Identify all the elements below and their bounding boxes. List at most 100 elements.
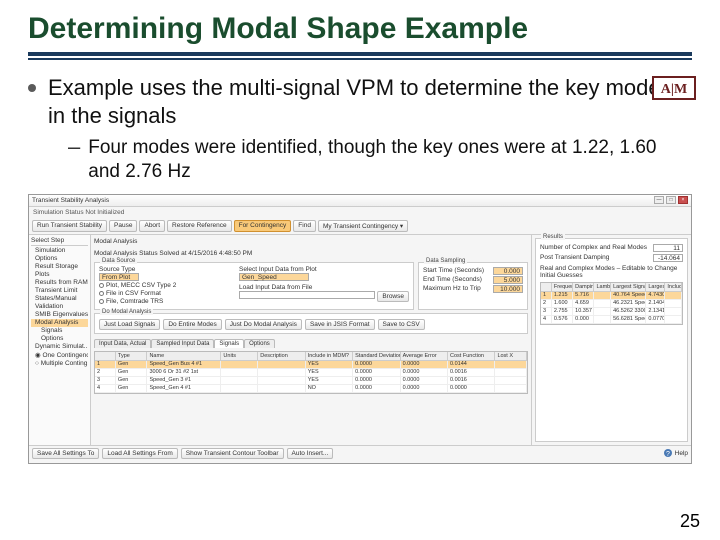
table-row[interactable]: 3 Gen Speed_Gen 3 #1 YES 0.0000 0.0000 0… <box>95 377 527 385</box>
label: End Time (Seconds) <box>423 276 489 284</box>
table-row[interactable]: 3 2.755 10.357 46.5262 33000 6 Or 31 2.1… <box>541 308 682 316</box>
bullet-icon <box>28 84 36 92</box>
save-jsis-button[interactable]: Save in JSIS Format <box>305 319 375 330</box>
table-row[interactable]: 1 1.215 5.716 40.764 Speed, Gen 4 4.7430 <box>541 292 682 300</box>
file-input[interactable] <box>239 291 375 299</box>
maximize-button[interactable]: □ <box>666 196 676 204</box>
table-row[interactable]: 4 Gen Speed_Gen 4 #1 NO 0.0000 0.0000 0.… <box>95 385 527 393</box>
th: Lambda <box>594 283 611 292</box>
sidebar-item[interactable]: Results from RAM <box>31 279 88 287</box>
label: Start Time (Seconds) <box>423 267 489 275</box>
svg-text:A|M: A|M <box>661 82 687 97</box>
save-settings-button[interactable]: Save All Settings To <box>32 448 99 459</box>
table-row[interactable]: 4 0.576 0.000 56.6281 Speed, Gen 4 0.077… <box>541 316 682 324</box>
results-table[interactable]: Frequency (Hz) Damping (%) Lambda Larges… <box>540 282 683 325</box>
table-row[interactable]: 2 Gen 3000 6 Or 31 #2 1st YES 0.0000 0.0… <box>95 369 527 377</box>
sidebar-item-modal[interactable]: Modal Analysis <box>31 319 88 327</box>
save-csv-button[interactable]: Save to CSV <box>378 319 425 330</box>
auto-insert-button[interactable]: Auto Insert... <box>287 448 334 459</box>
step-sidebar: Select Step Simulation Options Result St… <box>29 235 91 445</box>
source-type-select[interactable]: From Plot <box>99 273 139 281</box>
data-source-group: Data Source Source Type From Plot Plot, … <box>94 262 414 310</box>
sidebar-item[interactable]: ◉ One Contingency <box>31 351 88 360</box>
results-group: Results Number of Complex and Real Modes… <box>535 238 688 442</box>
legend: Results <box>541 234 565 240</box>
dash-icon: – <box>68 134 80 160</box>
sidebar-item[interactable]: Transient Limit <box>31 287 88 295</box>
label: Post Transient Damping <box>540 254 649 262</box>
th <box>95 352 116 361</box>
sidebar-item[interactable]: Plots <box>31 271 88 279</box>
close-button[interactable]: × <box>678 196 688 204</box>
sidebar-item[interactable]: Result Storage <box>31 263 88 271</box>
sidebar-subitem[interactable]: Signals <box>31 327 88 335</box>
th: Lost X <box>495 352 527 361</box>
label: Number of Complex and Real Modes <box>540 244 649 252</box>
load-signals-button[interactable]: Just Load Signals <box>99 319 160 330</box>
load-settings-button[interactable]: Load All Settings From <box>102 448 177 459</box>
plot-select-label: Select Input Data from Plot <box>239 266 409 273</box>
run-button[interactable]: Run Transient Stability <box>32 220 107 232</box>
tab[interactable]: Input Data, Actual <box>94 339 151 348</box>
sidebar-title: Select Step <box>31 237 88 246</box>
radio-opt[interactable]: File in CSV Format <box>106 290 161 297</box>
abort-button[interactable]: Abort <box>139 220 165 232</box>
th: Frequency (Hz) <box>552 283 573 292</box>
sidebar-item[interactable]: States/Manual <box>31 295 88 303</box>
max-hz-input[interactable]: 10.000 <box>493 285 523 293</box>
find-button[interactable]: Find <box>293 220 316 232</box>
sidebar-item[interactable]: SMIB Eigenvalues <box>31 311 88 319</box>
do-modes-button[interactable]: Do Entire Modes <box>163 319 221 330</box>
start-time-input[interactable]: 0.000 <box>493 267 523 275</box>
th: Largest Signal Name (Weighted %) <box>611 283 646 292</box>
app-window: Transient Stability Analysis — □ × Simul… <box>28 194 692 464</box>
modes-count: 11 <box>653 244 683 252</box>
sidebar-item[interactable]: Validation <box>31 303 88 311</box>
main-panel: Modal Analysis Modal Analysis Status Sol… <box>91 235 531 445</box>
minimize-button[interactable]: — <box>654 196 664 204</box>
modal-analysis-button[interactable]: Just Do Modal Analysis <box>225 319 302 330</box>
table-row[interactable]: 1 Gen Speed_Gen Bus 4 #1 YES 0.0000 0.00… <box>95 361 527 369</box>
restore-button[interactable]: Restore Reference <box>167 220 232 232</box>
sidebar-item[interactable]: ○ Multiple Conting... <box>31 360 88 368</box>
th: Cost Function <box>448 352 495 361</box>
th <box>541 283 552 292</box>
help-button[interactable]: ? Help <box>663 448 688 458</box>
sub-bullet-text: Four modes were identified, though the k… <box>88 136 692 184</box>
sidebar-item[interactable]: Dynamic Simulat... <box>31 343 88 351</box>
sidebar-item[interactable]: Simulation <box>31 247 88 255</box>
tab[interactable]: Options <box>244 339 275 348</box>
actions-group: Do Modal Analysis Just Load Signals Do E… <box>94 313 528 334</box>
plot-select[interactable]: Gen_Speed <box>239 273 309 281</box>
svg-text:?: ? <box>666 451 670 458</box>
window-title: Transient Stability Analysis <box>32 197 109 204</box>
th: Units <box>221 352 258 361</box>
radio-opt[interactable]: Plot, MECC CSV Type 2 <box>106 282 176 289</box>
atm-logo: A|M <box>648 70 700 106</box>
damping-value: -14.064 <box>653 254 683 262</box>
th: Average Error <box>401 352 448 361</box>
titlebar: Transient Stability Analysis — □ × <box>29 195 691 207</box>
sim-status: Simulation Status Not Initialized <box>29 207 691 218</box>
contour-toolbar-button[interactable]: Show Transient Contour Toolbar <box>181 448 284 459</box>
results-panel: Results Number of Complex and Real Modes… <box>531 235 691 445</box>
page-number: 25 <box>680 511 700 532</box>
pause-button[interactable]: Pause <box>109 220 137 232</box>
bottom-bar: Save All Settings To Load All Settings F… <box>29 445 691 461</box>
signals-table[interactable]: Type Name Units Description Include in M… <box>94 351 528 394</box>
legend: Data Sampling <box>424 258 467 264</box>
end-time-input[interactable]: 5.000 <box>493 276 523 284</box>
transient-dropdown[interactable]: My Transient Contingency ▾ <box>318 220 408 232</box>
contingency-button[interactable]: For Contingency <box>234 220 292 232</box>
legend: Do Modal Analysis <box>100 309 153 315</box>
sidebar-subitem[interactable]: Options <box>31 335 88 343</box>
table-row[interactable]: 2 1.600 4.659 46.2321 Speed, Gen 3 2.140… <box>541 300 682 308</box>
tab-signals[interactable]: Signals <box>214 339 244 348</box>
results-table-label: Real and Complex Modes – Editable to Cha… <box>540 265 683 279</box>
th: Name <box>147 352 221 361</box>
tab[interactable]: Sampled Input Data <box>151 339 214 348</box>
browse-button[interactable]: Browse <box>377 291 409 302</box>
radio-opt[interactable]: File, Comtrade TRS <box>106 298 163 305</box>
help-icon: ? <box>663 448 673 458</box>
sidebar-item[interactable]: Options <box>31 255 88 263</box>
